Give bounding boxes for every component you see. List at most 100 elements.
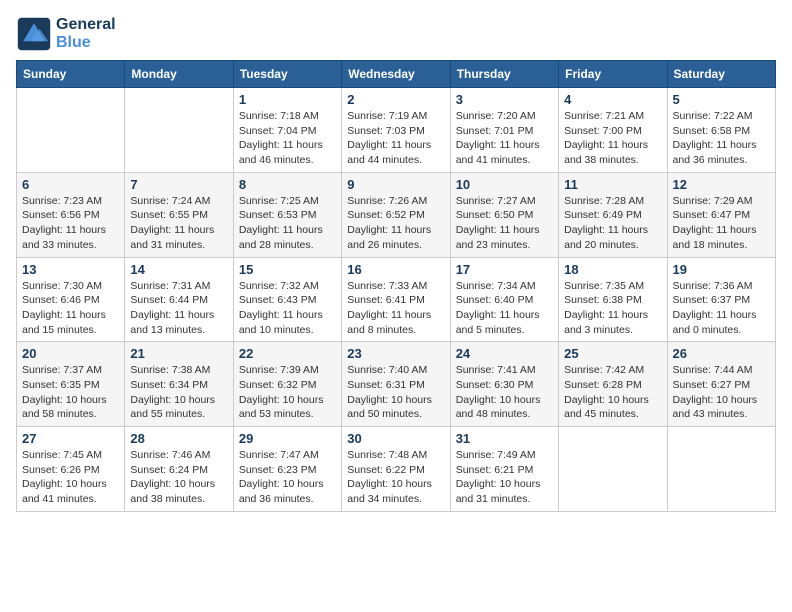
day-number: 11 [564,177,661,192]
calendar-cell [559,427,667,512]
logo-icon [16,16,52,52]
column-header-monday: Monday [125,61,233,88]
calendar-cell: 14Sunrise: 7:31 AM Sunset: 6:44 PM Dayli… [125,257,233,342]
day-number: 30 [347,431,444,446]
day-number: 17 [456,262,553,277]
day-number: 13 [22,262,119,277]
calendar-cell: 9 Sunrise: 7:26 AM Sunset: 6:52 PM Daylig… [342,172,450,257]
day-number: 8 [239,177,336,192]
day-info: Sunrise: 7:27 AM Sunset: 6:50 PM Dayligh… [456,194,553,253]
column-header-thursday: Thursday [450,61,558,88]
day-info: Sunrise: 7:35 AM Sunset: 6:38 PM Dayligh… [564,279,661,338]
day-number: 10 [456,177,553,192]
calendar-cell: 20 Sunrise: 7:37 AM Sunset: 6:35 PM Dayli… [17,342,125,427]
column-header-tuesday: Tuesday [233,61,341,88]
day-number: 20 [22,346,119,361]
column-header-saturday: Saturday [667,61,775,88]
logo-text: General Blue [56,16,116,52]
calendar-week-5: 27 Sunrise: 7:45 AM Sunset: 6:26 PM Dayli… [17,427,776,512]
column-header-sunday: Sunday [17,61,125,88]
day-number: 16 [347,262,444,277]
day-info: Sunrise: 7:38 AM Sunset: 6:34 PM Dayligh… [130,363,227,422]
calendar-cell [17,88,125,173]
day-info: Sunrise: 7:23 AM Sunset: 6:56 PM Dayligh… [22,194,119,253]
calendar-week-1: 1 Sunrise: 7:18 AM Sunset: 7:04 PM Daylig… [17,88,776,173]
day-number: 6 [22,177,119,192]
day-info: Sunrise: 7:26 AM Sunset: 6:52 PM Dayligh… [347,194,444,253]
day-number: 25 [564,346,661,361]
day-info: Sunrise: 7:29 AM Sunset: 6:47 PM Dayligh… [673,194,770,253]
calendar-cell: 23 Sunrise: 7:40 AM Sunset: 6:31 PM Dayli… [342,342,450,427]
day-number: 26 [673,346,770,361]
calendar-week-2: 6 Sunrise: 7:23 AM Sunset: 6:56 PM Daylig… [17,172,776,257]
day-number: 22 [239,346,336,361]
day-number: 1 [239,92,336,107]
day-number: 15 [239,262,336,277]
day-info: Sunrise: 7:41 AM Sunset: 6:30 PM Dayligh… [456,363,553,422]
calendar-cell: 25Sunrise: 7:42 AM Sunset: 6:28 PM Dayli… [559,342,667,427]
calendar-cell: 16 Sunrise: 7:33 AM Sunset: 6:41 PM Dayli… [342,257,450,342]
calendar-cell: 4 Sunrise: 7:21 AM Sunset: 7:00 PM Daylig… [559,88,667,173]
calendar-cell: 15 Sunrise: 7:32 AM Sunset: 6:43 PM Dayli… [233,257,341,342]
calendar-cell: 17 Sunrise: 7:34 AM Sunset: 6:40 PM Dayli… [450,257,558,342]
calendar-cell: 5 Sunrise: 7:22 AM Sunset: 6:58 PM Daylig… [667,88,775,173]
day-info: Sunrise: 7:20 AM Sunset: 7:01 PM Dayligh… [456,109,553,168]
calendar-cell: 27 Sunrise: 7:45 AM Sunset: 6:26 PM Dayli… [17,427,125,512]
day-info: Sunrise: 7:21 AM Sunset: 7:00 PM Dayligh… [564,109,661,168]
calendar-cell: 1 Sunrise: 7:18 AM Sunset: 7:04 PM Daylig… [233,88,341,173]
calendar-header: SundayMondayTuesdayWednesdayThursdayFrid… [17,61,776,88]
day-info: Sunrise: 7:24 AM Sunset: 6:55 PM Dayligh… [130,194,227,253]
calendar-cell: 28 Sunrise: 7:46 AM Sunset: 6:24 PM Dayli… [125,427,233,512]
day-info: Sunrise: 7:22 AM Sunset: 6:58 PM Dayligh… [673,109,770,168]
calendar-cell: 11 Sunrise: 7:28 AM Sunset: 6:49 PM Dayli… [559,172,667,257]
calendar-cell: 29Sunrise: 7:47 AM Sunset: 6:23 PM Dayli… [233,427,341,512]
day-number: 2 [347,92,444,107]
calendar-table: SundayMondayTuesdayWednesdayThursdayFrid… [16,60,776,512]
calendar-cell: 3 Sunrise: 7:20 AM Sunset: 7:01 PM Daylig… [450,88,558,173]
day-number: 19 [673,262,770,277]
calendar-cell: 31 Sunrise: 7:49 AM Sunset: 6:21 PM Dayli… [450,427,558,512]
day-number: 3 [456,92,553,107]
day-info: Sunrise: 7:46 AM Sunset: 6:24 PM Dayligh… [130,448,227,507]
day-number: 12 [673,177,770,192]
page-header: General Blue [16,16,776,52]
calendar-cell: 8 Sunrise: 7:25 AM Sunset: 6:53 PM Daylig… [233,172,341,257]
day-number: 9 [347,177,444,192]
column-header-wednesday: Wednesday [342,61,450,88]
day-number: 14 [130,262,227,277]
day-info: Sunrise: 7:39 AM Sunset: 6:32 PM Dayligh… [239,363,336,422]
calendar-cell [667,427,775,512]
calendar-cell: 10 Sunrise: 7:27 AM Sunset: 6:50 PM Dayli… [450,172,558,257]
calendar-week-3: 13 Sunrise: 7:30 AM Sunset: 6:46 PM Dayli… [17,257,776,342]
day-info: Sunrise: 7:45 AM Sunset: 6:26 PM Dayligh… [22,448,119,507]
day-number: 5 [673,92,770,107]
day-info: Sunrise: 7:28 AM Sunset: 6:49 PM Dayligh… [564,194,661,253]
day-info: Sunrise: 7:33 AM Sunset: 6:41 PM Dayligh… [347,279,444,338]
day-info: Sunrise: 7:25 AM Sunset: 6:53 PM Dayligh… [239,194,336,253]
calendar-cell: 30Sunrise: 7:48 AM Sunset: 6:22 PM Dayli… [342,427,450,512]
day-number: 27 [22,431,119,446]
day-info: Sunrise: 7:36 AM Sunset: 6:37 PM Dayligh… [673,279,770,338]
day-number: 23 [347,346,444,361]
calendar-cell: 22 Sunrise: 7:39 AM Sunset: 6:32 PM Dayli… [233,342,341,427]
day-number: 24 [456,346,553,361]
calendar-cell: 18Sunrise: 7:35 AM Sunset: 6:38 PM Dayli… [559,257,667,342]
logo: General Blue [16,16,116,52]
day-number: 31 [456,431,553,446]
day-number: 28 [130,431,227,446]
calendar-cell: 19 Sunrise: 7:36 AM Sunset: 6:37 PM Dayli… [667,257,775,342]
day-info: Sunrise: 7:19 AM Sunset: 7:03 PM Dayligh… [347,109,444,168]
column-header-friday: Friday [559,61,667,88]
day-info: Sunrise: 7:49 AM Sunset: 6:21 PM Dayligh… [456,448,553,507]
day-info: Sunrise: 7:18 AM Sunset: 7:04 PM Dayligh… [239,109,336,168]
calendar-cell: 7Sunrise: 7:24 AM Sunset: 6:55 PM Daylig… [125,172,233,257]
day-info: Sunrise: 7:34 AM Sunset: 6:40 PM Dayligh… [456,279,553,338]
day-info: Sunrise: 7:32 AM Sunset: 6:43 PM Dayligh… [239,279,336,338]
day-info: Sunrise: 7:37 AM Sunset: 6:35 PM Dayligh… [22,363,119,422]
calendar-week-4: 20 Sunrise: 7:37 AM Sunset: 6:35 PM Dayli… [17,342,776,427]
calendar-cell [125,88,233,173]
day-info: Sunrise: 7:30 AM Sunset: 6:46 PM Dayligh… [22,279,119,338]
day-number: 4 [564,92,661,107]
day-number: 21 [130,346,227,361]
day-info: Sunrise: 7:40 AM Sunset: 6:31 PM Dayligh… [347,363,444,422]
